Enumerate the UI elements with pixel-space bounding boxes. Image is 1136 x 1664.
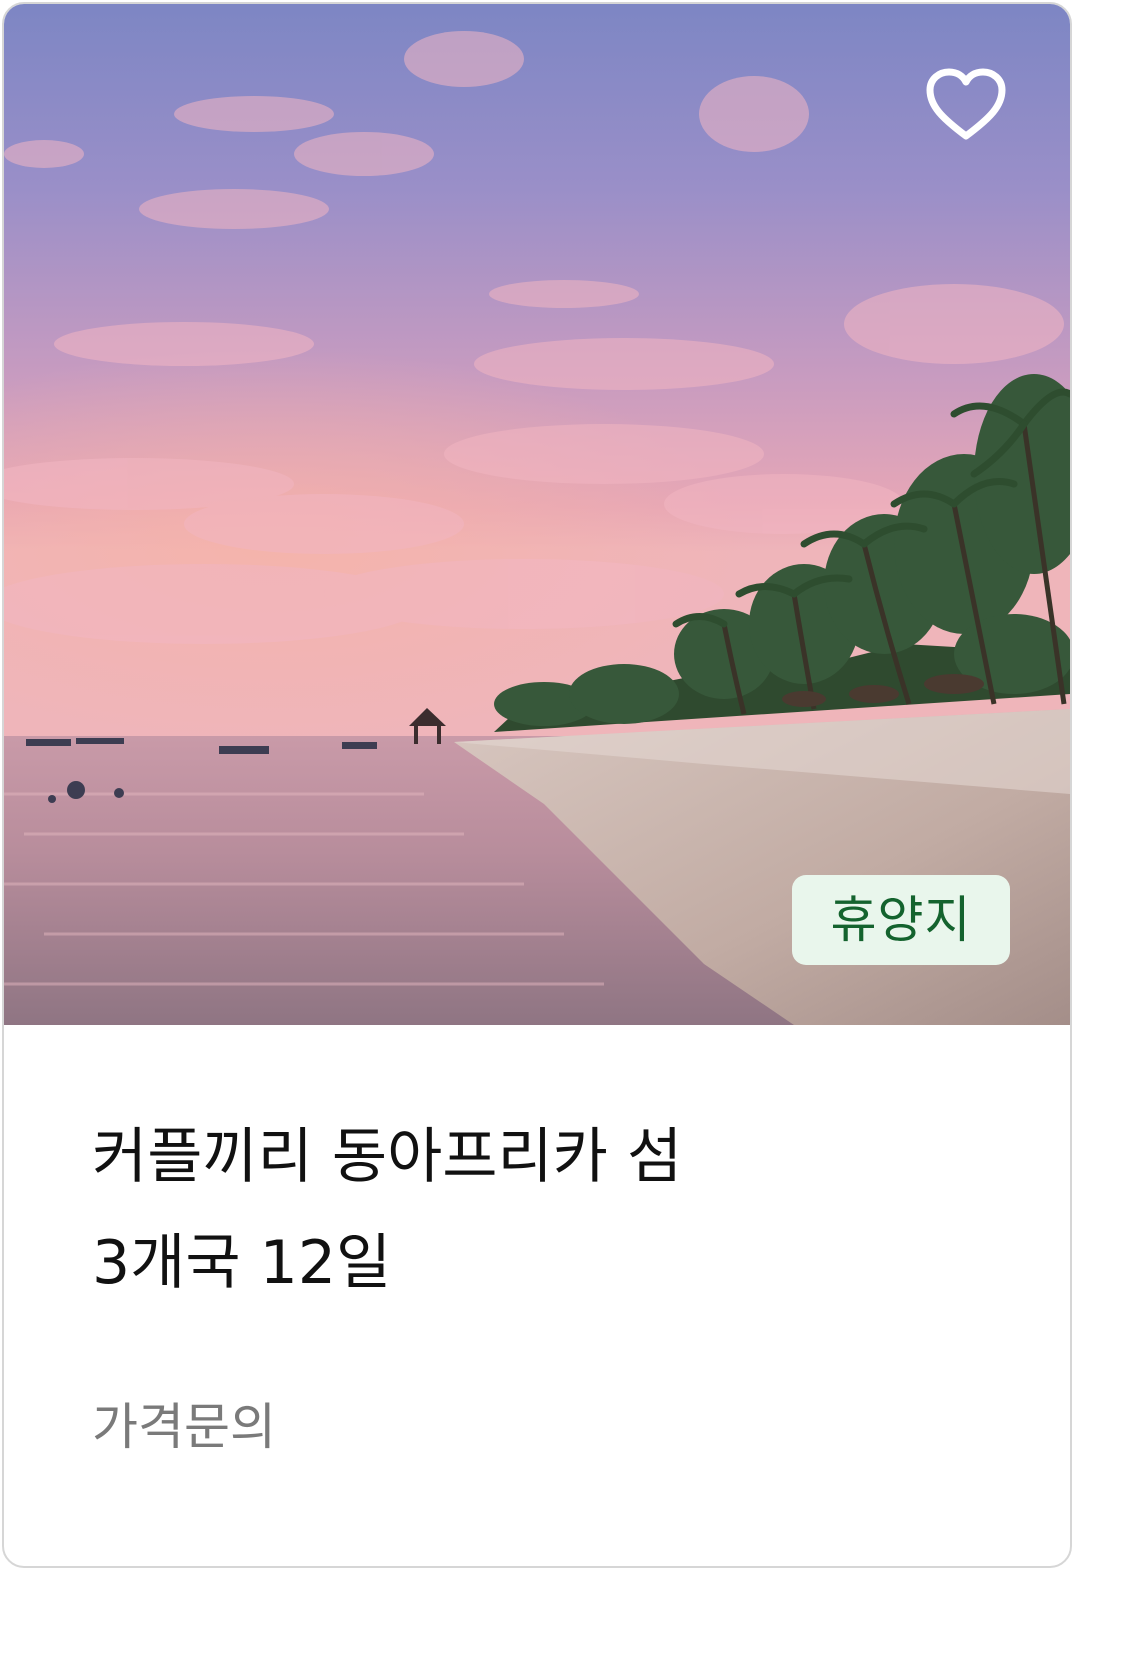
tour-product-card[interactable]: 휴양지 커플끼리 동아프리카 섬 3개국 12일 가격문의 bbox=[2, 2, 1072, 1568]
heart-outline-icon bbox=[926, 68, 1006, 140]
tour-title-line-1: 커플끼리 동아프리카 섬 bbox=[92, 1122, 683, 1192]
price-label: 가격문의 bbox=[92, 1398, 276, 1456]
tour-photo[interactable]: 휴양지 bbox=[4, 4, 1070, 1025]
tour-title-line-2: 3개국 12일 bbox=[92, 1228, 392, 1298]
category-tag: 휴양지 bbox=[792, 875, 1010, 965]
favorite-button[interactable] bbox=[924, 66, 1008, 144]
tour-title[interactable]: 커플끼리 동아프리카 섬 3개국 12일 bbox=[92, 1104, 992, 1316]
